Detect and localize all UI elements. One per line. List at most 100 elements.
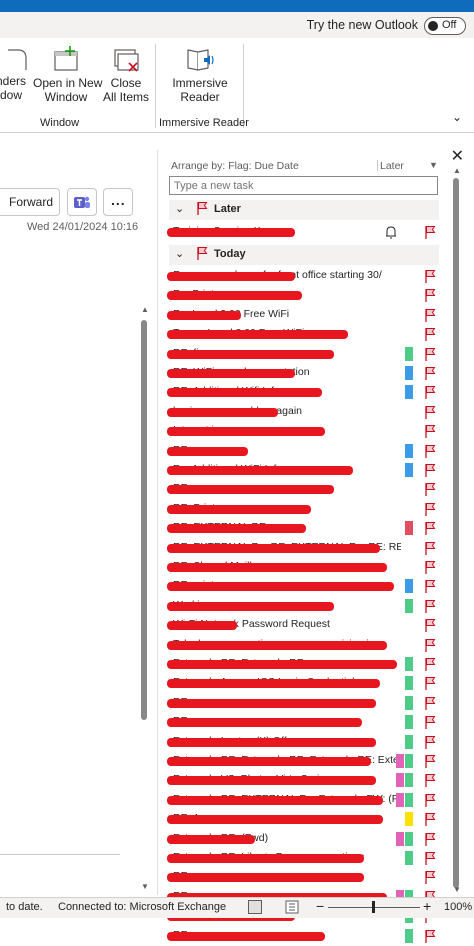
flag-icon[interactable] (424, 696, 436, 710)
reading-scrollbar-thumb[interactable] (141, 320, 147, 720)
flag-icon[interactable] (424, 347, 436, 361)
flag-icon[interactable] (424, 657, 436, 671)
task-row[interactable]: Re: Level 3 00 Free WiFi (167, 306, 441, 325)
todo-scroll-down-arrow-icon[interactable]: ▼ (453, 885, 461, 894)
task-row[interactable]: RE: EXTERNAL RE: (167, 519, 441, 538)
flag-icon[interactable] (424, 366, 436, 380)
flag-icon[interactable] (424, 269, 436, 283)
zoom-slider-thumb[interactable] (372, 901, 375, 913)
flag-icon[interactable] (424, 541, 436, 555)
task-group-header[interactable]: ⌄ Later (169, 200, 439, 220)
flag-icon[interactable] (424, 308, 436, 322)
zoom-in-button[interactable]: + (423, 898, 431, 914)
task-row[interactable]: Internet issue (167, 422, 441, 441)
flag-icon[interactable] (424, 929, 436, 943)
task-row[interactable]: External - RE: Liberty Power connections (167, 849, 441, 868)
task-group-header[interactable]: ⌄ Today (169, 245, 439, 265)
flag-icon[interactable] (424, 560, 436, 574)
reminders-window-button[interactable]: nders dow (0, 48, 32, 102)
zoom-out-button[interactable]: − (316, 898, 324, 914)
flag-icon[interactable] (424, 715, 436, 730)
task-row[interactable]: RE: Access (167, 810, 441, 829)
more-actions-button[interactable]: ... (103, 188, 133, 216)
task-row[interactable]: External - RE: (Fwd) (167, 830, 441, 849)
close-todo-bar-icon[interactable]: ✕ (451, 146, 464, 166)
flag-icon[interactable] (424, 521, 436, 536)
task-row[interactable]: External - Access ICC Login Credentials (167, 674, 441, 693)
flag-icon[interactable] (424, 812, 436, 827)
flag-icon[interactable] (424, 676, 436, 691)
flag-icon[interactable] (424, 405, 436, 419)
task-row[interactable]: External - RE: EXTERNAL Re: External - F… (167, 791, 441, 810)
task-row[interactable]: RE: (167, 927, 441, 946)
new-task-input[interactable] (174, 178, 432, 193)
normal-view-button[interactable] (248, 900, 262, 914)
flag-icon[interactable] (424, 225, 436, 239)
task-row[interactable]: RE: fix (167, 345, 441, 364)
task-row[interactable]: Tavern Level 3 00 Free WiFi (167, 325, 441, 344)
task-row[interactable]: RE: Shared Mailbox (167, 558, 441, 577)
task-row[interactable]: RE: EXTERNAL Re: RE: EXTERNAL Re: RE: RE… (167, 539, 441, 558)
collapse-group-chevron-icon[interactable]: ⌄ (175, 202, 184, 215)
task-row[interactable]: Re: new employee for front office starti… (167, 267, 441, 286)
task-row[interactable]: RE: WiFi user documentation (167, 364, 441, 383)
task-row[interactable]: RE: (167, 694, 441, 713)
flag-icon[interactable] (424, 773, 436, 788)
sort-dropdown-icon[interactable]: ▼ (429, 160, 438, 170)
task-row[interactable]: External - RE: External - RE: (167, 655, 441, 674)
new-task-field[interactable] (169, 176, 438, 195)
task-row[interactable]: RE: (167, 868, 441, 887)
flag-icon[interactable] (424, 444, 436, 458)
sort-column-header[interactable]: Later (380, 160, 404, 172)
reading-view-icon[interactable] (285, 900, 299, 914)
open-in-new-window-button[interactable]: Open in New Window (33, 46, 102, 104)
flag-icon[interactable] (424, 638, 436, 652)
close-all-items-button[interactable]: Close All Items (100, 46, 152, 104)
flag-icon[interactable] (424, 735, 436, 749)
collapse-group-chevron-icon[interactable]: ⌄ (175, 247, 184, 260)
flag-icon[interactable] (424, 754, 436, 768)
flag-icon[interactable] (424, 385, 436, 400)
task-row[interactable]: External - RE: External - RE: External -… (167, 752, 441, 771)
flag-icon[interactable] (424, 793, 436, 807)
flag-icon[interactable] (424, 832, 436, 846)
task-row[interactable]: Re: Printer (167, 286, 441, 305)
task-row[interactable]: Working (167, 597, 441, 616)
zoom-level[interactable]: 100% (444, 901, 472, 913)
todo-scrollbar[interactable]: ▲ ▼ (452, 166, 461, 894)
flag-icon[interactable] (424, 579, 436, 594)
task-row[interactable]: RE: (167, 713, 441, 732)
flag-icon[interactable] (424, 618, 436, 633)
reading-scrollbar[interactable]: ▲ ▼ (140, 305, 149, 893)
task-row[interactable]: Training Session Key (167, 223, 441, 242)
scroll-up-arrow-icon[interactable]: ▲ (141, 305, 149, 314)
flag-icon[interactable] (424, 463, 436, 477)
flag-icon[interactable] (424, 851, 436, 865)
flag-icon[interactable] (424, 327, 436, 342)
todo-scrollbar-thumb[interactable] (453, 178, 459, 888)
task-row[interactable]: RE: printer (167, 577, 441, 596)
flag-icon[interactable] (424, 870, 436, 885)
task-row[interactable]: External - Laptop (K) Off (167, 733, 441, 752)
try-new-outlook-toggle[interactable]: Off (424, 17, 466, 35)
task-row[interactable]: External - VS: Photos Virtu Series (167, 771, 441, 790)
scroll-down-arrow-icon[interactable]: ▼ (141, 882, 149, 891)
task-row[interactable]: Re: Additional WiFi Info (167, 461, 441, 480)
task-row[interactable]: RE: Additional Wifi Info (167, 383, 441, 402)
flag-icon[interactable] (424, 482, 436, 497)
flag-icon[interactable] (424, 599, 436, 613)
teams-share-button[interactable] (67, 188, 97, 216)
flag-icon[interactable] (424, 502, 436, 516)
task-row[interactable]: Telephony connection on one user giving … (167, 636, 441, 655)
collapse-ribbon-chevron-icon[interactable]: ⌄ (452, 110, 462, 124)
todo-scroll-up-arrow-icon[interactable]: ▲ (453, 166, 461, 175)
flag-icon[interactable] (424, 424, 436, 439)
immersive-reader-button[interactable]: Immersive Reader (165, 46, 235, 104)
task-row[interactable]: Wi-Fi Network Password Request (167, 616, 441, 635)
task-row[interactable]: RE: (167, 480, 441, 499)
arrange-by-label[interactable]: Arrange by: Flag: Due Date (171, 160, 299, 172)
task-row[interactable]: having same problem again (167, 403, 441, 422)
task-row[interactable]: RE: access (167, 442, 441, 461)
forward-button[interactable]: Forward (0, 188, 60, 216)
flag-icon[interactable] (424, 288, 436, 303)
